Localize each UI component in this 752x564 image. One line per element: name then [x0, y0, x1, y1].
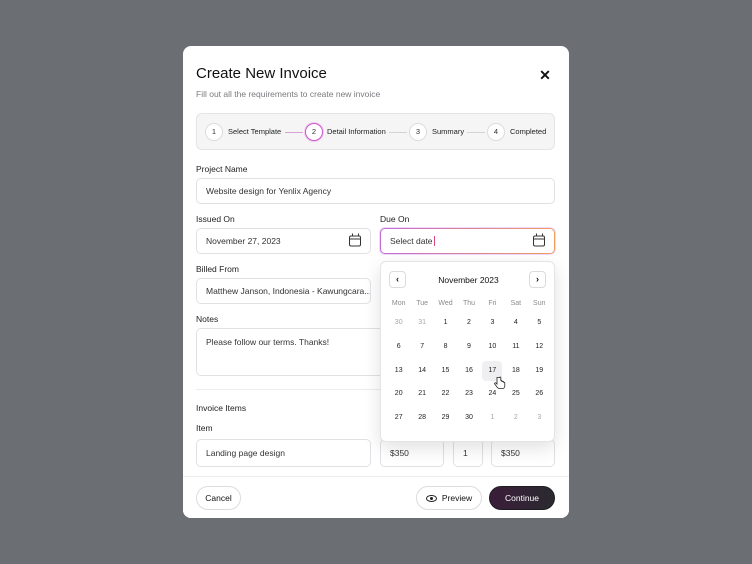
weekday-label: Wed: [438, 300, 453, 307]
project-name-value: Website design for Yenlix Agency: [206, 186, 332, 196]
calendar-day[interactable]: 15: [436, 361, 456, 381]
calendar-day[interactable]: 1: [436, 313, 456, 333]
item-column-label: Item: [196, 423, 213, 433]
item-name-value: Landing page design: [206, 448, 285, 458]
calendar-day[interactable]: 22: [436, 384, 456, 404]
notes-value: Please follow our terms. Thanks!: [206, 337, 330, 347]
step-connector: [467, 132, 485, 133]
weekday-label: Fri: [488, 300, 497, 307]
due-on-label: Due On: [380, 214, 410, 224]
calendar-day[interactable]: 11: [506, 337, 526, 357]
calendar-day[interactable]: 9: [459, 337, 479, 357]
cancel-button[interactable]: Cancel: [196, 486, 241, 510]
notes-label: Notes: [196, 314, 219, 324]
eye-icon: [425, 494, 437, 502]
issued-on-value: November 27, 2023: [206, 236, 281, 246]
calendar-day[interactable]: 10: [482, 337, 502, 357]
chevron-right-icon[interactable]: ›: [529, 271, 546, 288]
calendar-day[interactable]: 26: [529, 384, 549, 404]
step-2-label[interactable]: Detail Information: [327, 127, 386, 136]
item-rate-value: $350: [390, 448, 409, 458]
weekday-label: Tue: [416, 300, 429, 307]
item-name-input[interactable]: Landing page design: [196, 439, 371, 467]
calendar-day[interactable]: 3: [482, 313, 502, 333]
issued-on-label: Issued On: [196, 214, 235, 224]
calendar-day[interactable]: 21: [412, 384, 432, 404]
calendar-day[interactable]: 6: [389, 337, 409, 357]
calendar-day[interactable]: 25: [506, 384, 526, 404]
calendar-day[interactable]: 30: [459, 408, 479, 428]
calendar-day[interactable]: 1: [482, 408, 502, 428]
invoice-items-heading: Invoice Items: [196, 403, 247, 413]
calendar-icon[interactable]: [349, 233, 361, 247]
item-rate-input[interactable]: $350: [380, 439, 444, 467]
close-icon[interactable]: ✕: [535, 65, 555, 85]
preview-button[interactable]: Preview: [416, 486, 482, 510]
calendar-day[interactable]: 2: [506, 408, 526, 428]
modal-subtitle: Fill out all the requirements to create …: [196, 89, 381, 99]
issued-on-input[interactable]: November 27, 2023: [196, 228, 371, 254]
date-picker-popover: ‹ November 2023 › Mon Tue Wed Thu Fri Sat Sun 3…: [380, 261, 555, 442]
calendar-day[interactable]: 4: [506, 313, 526, 333]
weekday-label: Sat: [510, 300, 522, 307]
preview-label: Preview: [441, 493, 473, 503]
calendar-day[interactable]: 20: [389, 384, 409, 404]
step-3-label[interactable]: Summary: [432, 127, 464, 136]
weekday-label: Thu: [462, 300, 476, 307]
weekday-label: Mon: [391, 300, 406, 307]
project-name-label: Project Name: [196, 164, 248, 174]
continue-button[interactable]: Continue: [489, 486, 555, 510]
due-on-placeholder: Select date: [390, 236, 433, 246]
step-2-circle[interactable]: 2: [305, 123, 323, 141]
calendar-day[interactable]: 2: [459, 313, 479, 333]
calendar-day[interactable]: 12: [529, 337, 549, 357]
calendar-day[interactable]: 19: [529, 361, 549, 381]
calendar-day[interactable]: 8: [436, 337, 456, 357]
step-1-label[interactable]: Select Template: [228, 127, 281, 136]
step-1-circle[interactable]: 1: [205, 123, 223, 141]
calendar-day[interactable]: 16: [459, 361, 479, 381]
stepper: 1 Select Template 2 Detail Information 3…: [196, 113, 555, 150]
text-caret: [433, 236, 435, 246]
item-qty-value: 1: [463, 448, 468, 458]
billed-from-label: Billed From: [196, 264, 239, 274]
step-4-label[interactable]: Completed: [510, 127, 546, 136]
item-amount-input[interactable]: $350: [491, 439, 555, 467]
calendar-day[interactable]: 14: [412, 361, 432, 381]
step-connector: [285, 132, 303, 133]
hand-pointer-icon: [494, 376, 506, 389]
due-on-input[interactable]: Select date: [380, 228, 555, 254]
calendar-day[interactable]: 3: [529, 408, 549, 428]
calendar-day[interactable]: 29: [436, 408, 456, 428]
calendar-day[interactable]: 27: [389, 408, 409, 428]
modal-title: Create New Invoice: [196, 65, 327, 82]
project-name-input[interactable]: Website design for Yenlix Agency: [196, 178, 555, 204]
weekday-label: Sun: [533, 300, 546, 307]
calendar-day[interactable]: 23: [459, 384, 479, 404]
calendar-day[interactable]: 18: [506, 361, 526, 381]
step-3-circle[interactable]: 3: [409, 123, 427, 141]
calendar-day[interactable]: 28: [412, 408, 432, 428]
calendar-day[interactable]: 31: [412, 313, 432, 333]
calendar-day[interactable]: 5: [529, 313, 549, 333]
item-amount-value: $350: [501, 448, 520, 458]
step-connector: [389, 132, 407, 133]
item-qty-input[interactable]: 1: [453, 439, 483, 467]
calendar-icon[interactable]: [533, 233, 545, 247]
modal-footer: Cancel Preview Continue: [183, 476, 569, 518]
billed-from-value: Matthew Janson, Indonesia - Kawungcara..…: [206, 286, 370, 296]
calendar-day[interactable]: 7: [412, 337, 432, 357]
calendar-day[interactable]: 30: [389, 313, 409, 333]
billed-from-input[interactable]: Matthew Janson, Indonesia - Kawungcara..…: [196, 278, 371, 304]
step-4-circle[interactable]: 4: [487, 123, 505, 141]
calendar-day[interactable]: 13: [389, 361, 409, 381]
